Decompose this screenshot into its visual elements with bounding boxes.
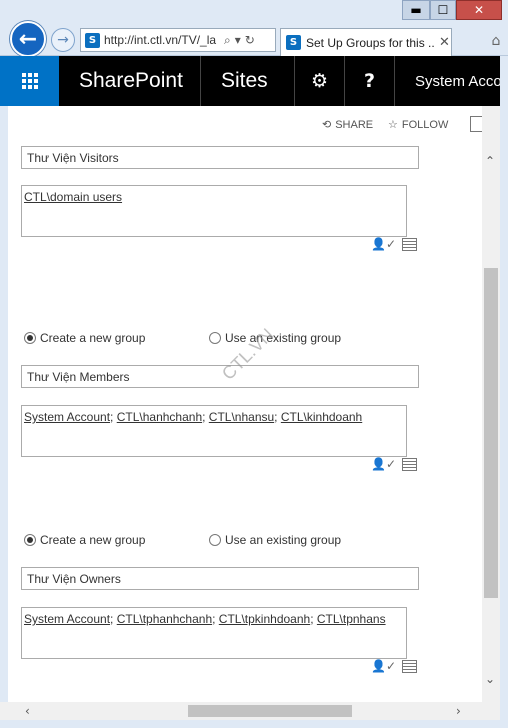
owners-group-name-input[interactable]: Thư Viện Owners <box>21 567 419 590</box>
gear-icon: ⚙ <box>310 70 329 92</box>
members-option-new[interactable]: Create a new group <box>24 331 145 345</box>
address-book-icon[interactable] <box>402 659 417 673</box>
sharepoint-tab-icon: S <box>286 35 301 50</box>
scroll-right-icon[interactable]: › <box>456 704 461 718</box>
owner-entry[interactable]: System Account <box>24 612 110 626</box>
window-border-left <box>0 106 8 702</box>
url-text[interactable]: http://int.ctl.vn/TV/_la <box>104 33 220 47</box>
address-bar[interactable]: S http://int.ctl.vn/TV/_la ⌕ ▾ ↻ <box>80 28 276 52</box>
follow-button[interactable]: ☆ FOLLOW <box>388 118 449 132</box>
member-entry[interactable]: CTL\nhansu <box>209 410 274 424</box>
owners-option-existing-label: Use an existing group <box>225 533 342 547</box>
waffle-icon <box>21 73 38 89</box>
page-actions: ⟲ SHARE ☆ FOLLOW <box>8 114 482 136</box>
window-border-bottom <box>0 720 508 728</box>
members-option-existing-label: Use an existing group <box>225 331 342 345</box>
member-entry[interactable]: System Account <box>24 410 110 424</box>
check-names-icon[interactable]: 👤✓ <box>371 659 396 673</box>
owner-entry[interactable]: CTL\tpkinhdoanh <box>219 612 310 626</box>
vertical-scrollbar[interactable]: ⌃ ⌄ <box>482 106 500 702</box>
members-radio-existing[interactable] <box>209 332 221 344</box>
search-icon[interactable]: ⌕ <box>224 33 231 48</box>
app-launcher-button[interactable] <box>0 56 59 106</box>
horizontal-scrollbar[interactable]: ‹ › <box>0 702 500 720</box>
back-button[interactable]: ← <box>10 21 46 57</box>
scroll-left-icon[interactable]: ‹ <box>25 704 30 718</box>
follow-label: FOLLOW <box>401 118 449 131</box>
owners-picker-tools: 👤✓ <box>371 659 417 673</box>
members-people-picker[interactable]: System Account; CTL\hanhchanh; CTL\nhans… <box>21 405 407 457</box>
visitors-people-picker[interactable]: CTL\domain users <box>21 185 407 237</box>
help-button[interactable]: ? <box>345 56 395 106</box>
owners-people-picker[interactable]: System Account; CTL\tphanhchanh; CTL\tpk… <box>21 607 407 659</box>
browser-chrome: ▬ ☐ ✕ ← → S http://int.ctl.vn/TV/_la ⌕ ▾… <box>0 0 508 57</box>
tab-title: Set Up Groups for this ... <box>306 35 434 50</box>
address-book-icon[interactable] <box>402 457 417 471</box>
share-button[interactable]: ⟲ SHARE <box>322 118 374 132</box>
home-icon[interactable]: ⌂ <box>486 30 506 52</box>
visitors-member[interactable]: CTL\domain users <box>24 190 122 204</box>
horizontal-scroll-thumb[interactable] <box>188 705 352 717</box>
close-button[interactable]: ✕ <box>456 0 502 20</box>
sites-link[interactable]: Sites <box>201 56 295 106</box>
member-entry[interactable]: CTL\hanhchanh <box>117 410 202 424</box>
share-label: SHARE <box>335 118 374 131</box>
settings-button[interactable]: ⚙ <box>295 56 345 106</box>
owners-option-existing[interactable]: Use an existing group <box>209 533 341 547</box>
vertical-scroll-thumb[interactable] <box>484 268 498 598</box>
dropdown-icon[interactable]: ▾ <box>235 33 241 47</box>
members-option-new-label: Create a new group <box>40 331 146 345</box>
suite-bar: SharePoint Sites ⚙ ? System Account <box>0 56 508 106</box>
forward-button[interactable]: → <box>51 28 75 52</box>
share-icon: ⟲ <box>322 119 332 131</box>
owners-option-new[interactable]: Create a new group <box>24 533 145 547</box>
minimize-button[interactable]: ▬ <box>402 0 430 20</box>
refresh-icon[interactable]: ↻ <box>245 33 255 47</box>
check-names-icon[interactable]: 👤✓ <box>371 237 396 251</box>
scroll-up-icon[interactable]: ⌃ <box>485 154 495 168</box>
members-radio-new[interactable] <box>24 332 36 344</box>
visitors-group-name-input[interactable]: Thư Viện Visitors <box>21 146 419 169</box>
back-arrow-icon: ← <box>18 26 38 52</box>
sharepoint-brand-link[interactable]: SharePoint <box>59 56 201 106</box>
members-picker-tools: 👤✓ <box>371 457 417 471</box>
check-names-icon[interactable]: 👤✓ <box>371 457 396 471</box>
sharepoint-favicon-icon: S <box>85 32 100 48</box>
star-icon: ☆ <box>388 119 398 131</box>
member-entry[interactable]: CTL\kinhdoanh <box>281 410 362 424</box>
tab-close-icon[interactable]: ✕ <box>439 35 450 50</box>
scroll-down-icon[interactable]: ⌄ <box>485 672 495 686</box>
forward-arrow-icon: → <box>57 32 69 48</box>
visitors-picker-tools: 👤✓ <box>371 237 417 251</box>
browser-tab[interactable]: S Set Up Groups for this ... ✕ <box>280 28 452 56</box>
owner-entry[interactable]: CTL\tpnhans <box>317 612 386 626</box>
owners-radio-new[interactable] <box>24 534 36 546</box>
page-content: ⟲ SHARE ☆ FOLLOW Thư Viện Visitors CTL\d… <box>8 106 482 702</box>
window-border-right <box>500 56 508 728</box>
account-menu[interactable]: System Account <box>395 56 508 106</box>
focus-content-icon[interactable] <box>470 116 482 132</box>
owners-option-new-label: Create a new group <box>40 533 146 547</box>
maximize-button[interactable]: ☐ <box>430 0 456 20</box>
address-book-icon[interactable] <box>402 237 417 251</box>
owner-entry[interactable]: CTL\tphanhchanh <box>117 612 212 626</box>
owners-radio-existing[interactable] <box>209 534 221 546</box>
